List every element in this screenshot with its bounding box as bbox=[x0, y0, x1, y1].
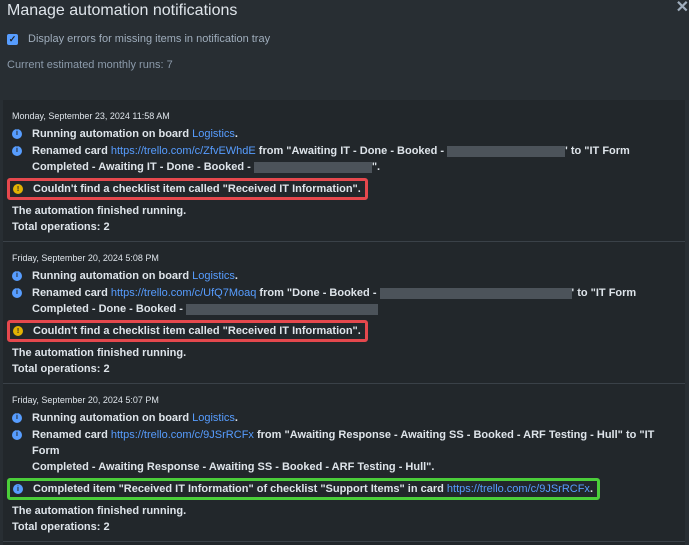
completed-end: . bbox=[589, 483, 593, 495]
completed-card-link[interactable]: https://trello.com/c/9JSrRCFx bbox=[447, 483, 590, 495]
log-entry: Monday, September 23, 2024 11:58 AM i Ru… bbox=[3, 100, 685, 242]
renamed-line: i Renamed card https://trello.com/c/UfQ7… bbox=[12, 285, 685, 317]
renamed-prefix: Renamed card bbox=[32, 287, 111, 299]
checkbox-checked-icon[interactable]: ✓ bbox=[7, 33, 18, 45]
missing-items-option[interactable]: ✓ Display errors for missing items in no… bbox=[7, 33, 270, 45]
info-icon: i bbox=[12, 413, 22, 423]
total-operations: Total operations: 2 bbox=[12, 363, 110, 375]
renamed-line: i Renamed card https://trello.com/c/ZfvE… bbox=[12, 143, 685, 175]
warning-icon: ! bbox=[13, 326, 23, 336]
total-operations: Total operations: 2 bbox=[12, 221, 110, 233]
monthly-runs-text: Current estimated monthly runs: 7 bbox=[7, 59, 173, 71]
running-line: i Running automation on board Logistics. bbox=[12, 126, 685, 142]
finished-text: The automation finished running. bbox=[12, 347, 187, 359]
running-text: Running automation on board bbox=[32, 270, 193, 282]
dialog-title: Manage automation notifications bbox=[7, 2, 238, 19]
card-link[interactable]: https://trello.com/c/UfQ7Moaq bbox=[111, 287, 257, 299]
entry-date: Friday, September 20, 2024 5:07 PM bbox=[12, 395, 159, 405]
renamed-from: from "Awaiting IT - Done - Booked - bbox=[255, 145, 448, 157]
card-link[interactable]: https://trello.com/c/9JSrRCFx bbox=[111, 429, 254, 441]
running-text: Running automation on board bbox=[32, 128, 193, 140]
completed-text: Completed item "Received IT Information"… bbox=[33, 483, 447, 495]
renamed-line2-end: ". bbox=[371, 161, 381, 173]
warning-highlight: ! Couldn't find a checklist item called … bbox=[7, 178, 368, 200]
info-icon: i bbox=[12, 146, 22, 156]
board-link[interactable]: Logistics bbox=[192, 128, 235, 140]
board-link[interactable]: Logistics bbox=[192, 412, 235, 424]
warning-highlight: ! Couldn't find a checklist item called … bbox=[7, 320, 368, 342]
finished-text: The automation finished running. bbox=[12, 505, 187, 517]
log-entry: Friday, September 20, 2024 5:08 PM i Run… bbox=[3, 242, 685, 384]
log-entry: Friday, September 20, 2024 5:07 PM i Run… bbox=[3, 384, 685, 542]
warning-icon: ! bbox=[13, 184, 23, 194]
info-icon: i bbox=[12, 271, 22, 281]
entry-date: Friday, September 20, 2024 5:08 PM bbox=[12, 253, 159, 263]
warning-text: Couldn't find a checklist item called "R… bbox=[33, 325, 361, 337]
renamed-from: from "Done - Booked - bbox=[256, 287, 380, 299]
info-icon: i bbox=[13, 484, 23, 494]
running-text: Running automation on board bbox=[32, 412, 193, 424]
renamed-line2: Completed - Awaiting IT - Done - Booked … bbox=[32, 161, 251, 173]
total-operations: Total operations: 2 bbox=[12, 521, 110, 533]
info-icon: i bbox=[12, 129, 22, 139]
renamed-line2: Completed - Done - Booked - bbox=[32, 303, 183, 315]
card-link[interactable]: https://trello.com/c/ZfvEWhdE bbox=[111, 145, 256, 157]
close-icon[interactable]: ✕ bbox=[676, 0, 689, 17]
renamed-line2: Completed - Awaiting Response - Awaiting… bbox=[32, 461, 435, 473]
board-link[interactable]: Logistics bbox=[192, 270, 235, 282]
running-line: i Running automation on board Logistics. bbox=[12, 410, 685, 426]
running-line: i Running automation on board Logistics. bbox=[12, 268, 685, 284]
info-icon: i bbox=[12, 288, 22, 298]
redacted-block bbox=[186, 303, 379, 315]
option-label: Display errors for missing items in noti… bbox=[28, 33, 271, 45]
notification-log[interactable]: Monday, September 23, 2024 11:58 AM i Ru… bbox=[3, 100, 685, 545]
entry-date: Monday, September 23, 2024 11:58 AM bbox=[12, 111, 170, 121]
warning-text: Couldn't find a checklist item called "R… bbox=[33, 183, 361, 195]
redacted-block bbox=[447, 145, 566, 157]
renamed-line: i Renamed card https://trello.com/c/9JSr… bbox=[12, 427, 685, 475]
renamed-prefix: Renamed card bbox=[32, 429, 111, 441]
info-icon: i bbox=[12, 430, 22, 440]
renamed-to: ' to "IT Form bbox=[565, 145, 630, 157]
renamed-to: ' to "IT Form bbox=[571, 287, 637, 299]
renamed-prefix: Renamed card bbox=[32, 145, 111, 157]
redacted-block bbox=[253, 161, 372, 173]
finished-text: The automation finished running. bbox=[12, 205, 187, 217]
redacted-block bbox=[379, 287, 572, 299]
completed-highlight: i Completed item "Received IT Informatio… bbox=[7, 478, 600, 500]
